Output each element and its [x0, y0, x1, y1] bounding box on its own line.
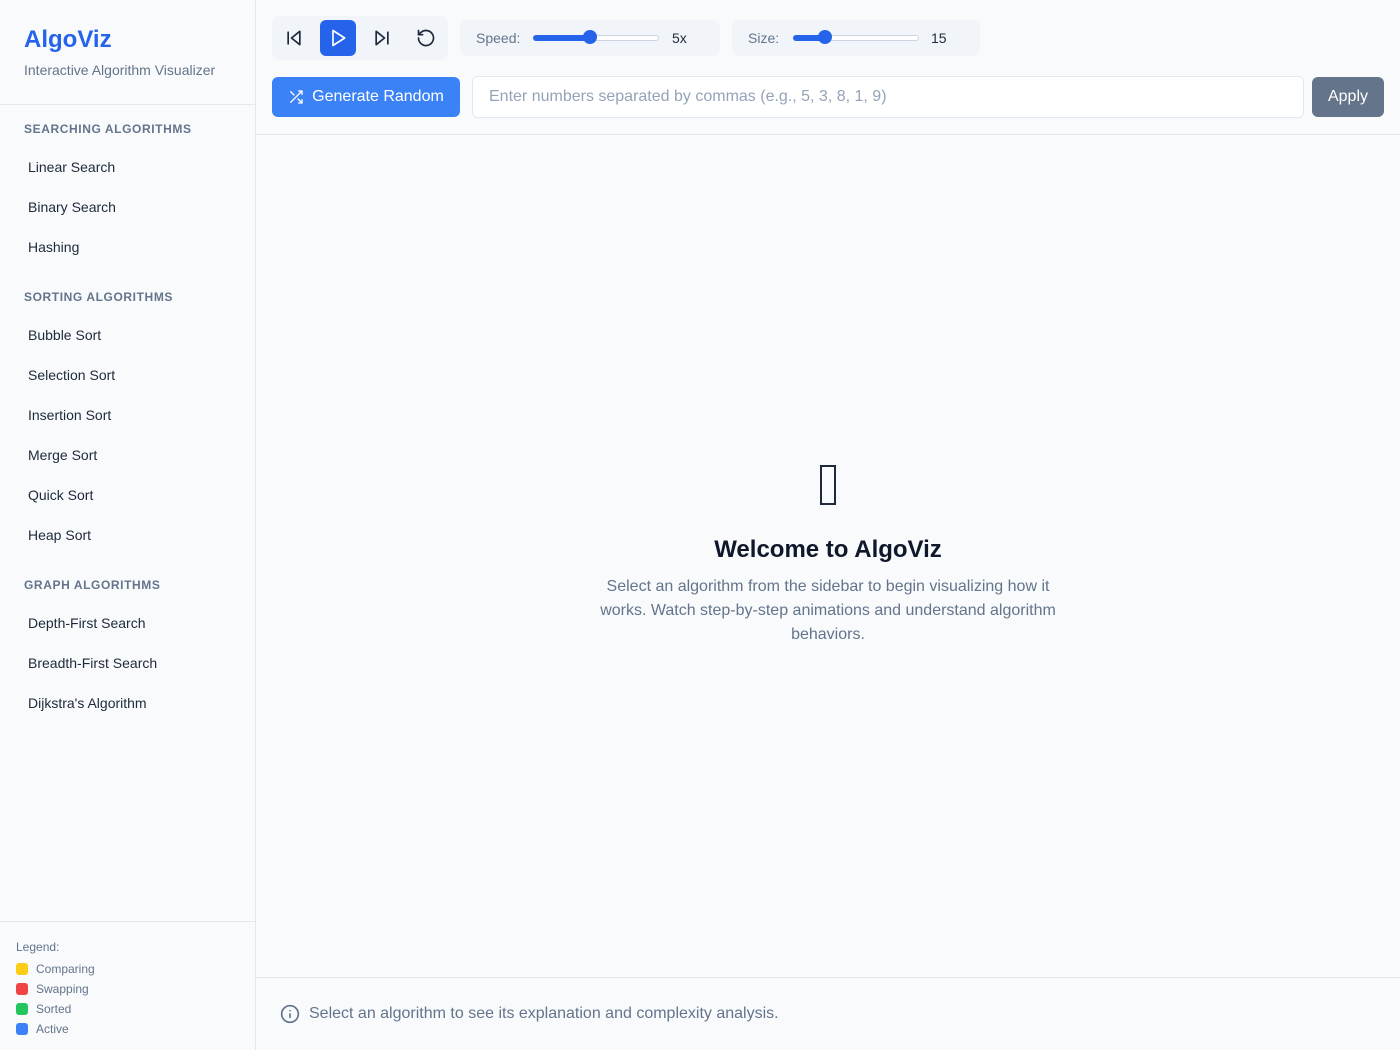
legend-item-active: Active	[16, 1019, 240, 1039]
welcome-title: Welcome to AlgoViz	[714, 536, 942, 563]
section-title-graph: GRAPH ALGORITHMS	[24, 578, 161, 592]
swapping-swatch	[16, 983, 28, 995]
size-slider[interactable]	[793, 30, 919, 44]
legend: Legend: Comparing Swapping Sorted Active	[0, 921, 256, 1050]
legend-label: Comparing	[36, 962, 95, 976]
apply-button[interactable]: Apply	[1312, 77, 1384, 117]
slider-thumb[interactable]	[583, 30, 597, 44]
legend-item-comparing: Comparing	[16, 959, 240, 979]
generate-label: Generate Random	[312, 88, 444, 105]
sorted-swatch	[16, 1003, 28, 1015]
active-swatch	[16, 1023, 28, 1035]
info-text: Select an algorithm to see its explanati…	[309, 1005, 779, 1022]
legend-item-swapping: Swapping	[16, 979, 240, 999]
sidebar-item-bfs[interactable]: Breadth-First Search	[12, 645, 244, 681]
shuffle-icon	[290, 90, 303, 104]
brand: AlgoViz Interactive Algorithm Visualizer	[0, 0, 255, 105]
skip-back-icon	[287, 30, 301, 46]
welcome-text: Select an algorithm from the sidebar to …	[600, 578, 1056, 643]
slider-fill	[533, 35, 590, 41]
playback-controls	[272, 16, 448, 60]
comparing-swatch	[16, 963, 28, 975]
step-forward-button[interactable]	[364, 20, 400, 56]
sidebar-item-quick-sort[interactable]: Quick Sort	[12, 477, 244, 513]
section-title-sorting: SORTING ALGORITHMS	[24, 290, 174, 304]
info-bar: Select an algorithm to see its explanati…	[256, 977, 1400, 1050]
legend-label: Sorted	[36, 1002, 72, 1016]
legend-label: Active	[36, 1022, 69, 1036]
reset-button[interactable]	[408, 20, 444, 56]
info-icon	[280, 1004, 300, 1024]
legend-title: Legend:	[16, 940, 60, 954]
speed-control: Speed: 5x	[460, 20, 720, 56]
app-title: AlgoViz	[24, 26, 112, 53]
sidebar-item-heap-sort[interactable]: Heap Sort	[12, 517, 244, 553]
speed-value: 5x	[672, 30, 687, 46]
slider-thumb[interactable]	[818, 30, 832, 44]
section-title-searching: SEARCHING ALGORITHMS	[24, 122, 192, 136]
legend-label: Swapping	[36, 982, 89, 996]
play-button[interactable]	[320, 20, 356, 56]
generate-random-button[interactable]: Generate Random	[272, 77, 460, 117]
size-label: Size:	[748, 30, 780, 46]
sidebar-item-linear-search[interactable]: Linear Search	[12, 149, 244, 185]
speed-slider[interactable]	[533, 30, 659, 44]
welcome-panel: Welcome to AlgoViz Select an algorithm f…	[256, 465, 1400, 647]
size-value: 15	[931, 30, 947, 46]
numbers-input[interactable]	[472, 76, 1304, 118]
sidebar: AlgoViz Interactive Algorithm Visualizer…	[0, 0, 256, 1050]
toolbar: Speed: 5x Size: 15 Generate Random Apply	[256, 0, 1400, 135]
sidebar-item-merge-sort[interactable]: Merge Sort	[12, 437, 244, 473]
sidebar-item-dijkstra[interactable]: Dijkstra's Algorithm	[12, 685, 244, 721]
step-back-button[interactable]	[276, 20, 312, 56]
sidebar-item-dfs[interactable]: Depth-First Search	[12, 605, 244, 641]
sidebar-item-hashing[interactable]: Hashing	[12, 229, 244, 265]
visualization-area: Welcome to AlgoViz Select an algorithm f…	[256, 135, 1400, 977]
speed-label: Speed:	[476, 30, 521, 46]
size-control: Size: 15	[732, 20, 980, 56]
sidebar-item-selection-sort[interactable]: Selection Sort	[12, 357, 244, 393]
app-subtitle: Interactive Algorithm Visualizer	[24, 62, 216, 78]
placeholder-glyph-icon	[820, 465, 836, 505]
legend-item-sorted: Sorted	[16, 999, 240, 1019]
sidebar-item-insertion-sort[interactable]: Insertion Sort	[12, 397, 244, 433]
sidebar-item-bubble-sort[interactable]: Bubble Sort	[12, 317, 244, 353]
skip-forward-icon	[375, 30, 389, 46]
play-icon	[332, 29, 346, 47]
sidebar-item-binary-search[interactable]: Binary Search	[12, 189, 244, 225]
reset-icon	[417, 29, 435, 47]
